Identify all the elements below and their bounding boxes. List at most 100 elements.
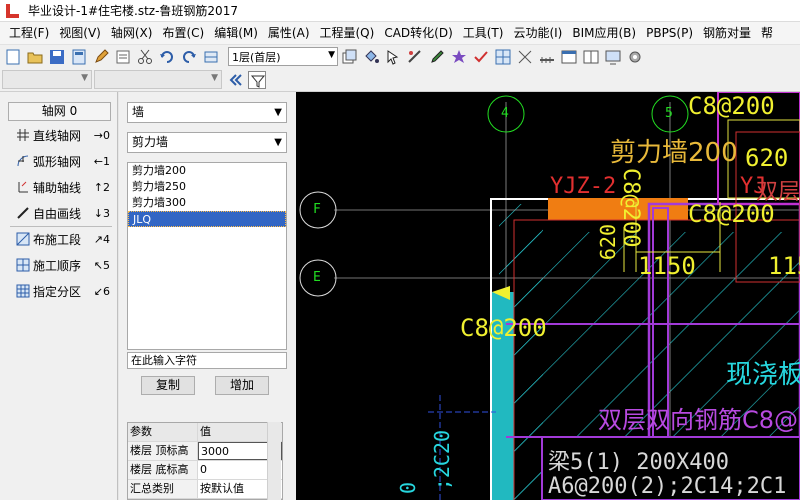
brush-icon[interactable] [428, 48, 446, 66]
axis-label-4: 4 [501, 106, 509, 121]
new-file-icon[interactable] [4, 48, 22, 66]
report-icon[interactable] [114, 48, 132, 66]
chevron-down-icon: ▼ [81, 73, 88, 83]
menu-layout[interactable]: 布置(C) [157, 22, 209, 44]
axis-header-button[interactable]: 轴网 0 [8, 102, 111, 121]
rebar-label-mid: C8@200 [688, 200, 775, 228]
cast-in-place-slab-label: 现浇板 [726, 360, 800, 390]
arc-axis-button[interactable]: 弧形轴网 ←1 [16, 151, 116, 171]
shortcut-label: ↑2 [93, 180, 110, 194]
menu-quantities[interactable]: 工程量(Q) [315, 22, 380, 44]
pencil-line-icon [16, 206, 30, 220]
menu-pbps[interactable]: PBPS(P) [641, 22, 698, 44]
list-item[interactable]: 剪力墙250 [128, 179, 286, 195]
secondary-toolbar: ▼ ▼ [0, 68, 800, 92]
assign-zone-button[interactable]: 指定分区 ↙6 [16, 281, 116, 301]
window-title: 毕业设计-1#住宅楼.stz-鲁班钢筋2017 [28, 4, 238, 18]
dimension-620-top: 620 [745, 144, 789, 172]
axis-label-E: E [313, 270, 321, 285]
aux-axis-button[interactable]: 辅助轴线 ↑2 [16, 177, 116, 197]
dimension-620-vertical: 620 [596, 224, 620, 261]
vertical-rebar-label: ;2C20 [430, 430, 454, 491]
menu-edit[interactable]: 编辑(M) [209, 22, 263, 44]
floor-select[interactable]: 1层(首层) ▼ [228, 47, 338, 66]
construction-section-label: 布施工段 [33, 232, 82, 247]
calculator-icon[interactable] [70, 48, 88, 66]
dimension-1150: 1150 [638, 252, 696, 280]
menu-rebar-compare[interactable]: 钢筋对量 [698, 22, 756, 44]
title-bar: 毕业设计-1#住宅楼.stz-鲁班钢筋2017 [0, 0, 800, 22]
shear-wall-label: 剪力墙200 [610, 138, 738, 168]
layer-icon[interactable] [202, 48, 220, 66]
straight-axis-button[interactable]: 直线轴网 →0 [16, 125, 116, 145]
menu-cad-convert[interactable]: CAD转化(D) [379, 22, 457, 44]
layer-combo[interactable]: ▼ [2, 70, 92, 89]
shortcut-label: ↓3 [93, 206, 110, 220]
list-item[interactable]: 剪力墙200 [128, 163, 286, 179]
grid-icon[interactable] [494, 48, 512, 66]
menu-tools[interactable]: 工具(T) [458, 22, 509, 44]
component-combo[interactable]: ▼ [94, 70, 222, 89]
free-line-label: 自由画线 [33, 206, 82, 221]
paint-bucket-icon[interactable] [362, 48, 380, 66]
drawing-canvas[interactable]: 4 5 F E C8@200 剪力墙200 620 YJZ-2 YJ 双层 C8… [296, 92, 800, 500]
settings-icon[interactable] [626, 48, 644, 66]
select-icon[interactable] [384, 48, 402, 66]
free-line-button[interactable]: 自由画线 ↓3 [16, 203, 116, 223]
copy-button[interactable]: 复制 [141, 376, 195, 395]
arc-grid-icon [16, 154, 30, 168]
window2-icon[interactable] [582, 48, 600, 66]
filter-text-input[interactable]: 在此输入字符 [127, 352, 287, 369]
property-grid-scrollbar[interactable] [267, 422, 281, 500]
menu-view[interactable]: 视图(V) [54, 22, 106, 44]
redo-icon[interactable] [180, 48, 198, 66]
shortcut-label: ↙6 [93, 284, 110, 298]
monitor-icon[interactable] [604, 48, 622, 66]
rebar-icon[interactable] [406, 48, 424, 66]
property-grid-header: 参数 值 [128, 423, 282, 442]
category-value: 墙 [132, 105, 145, 119]
menu-help[interactable]: 帮 [756, 22, 778, 44]
menu-properties[interactable]: 属性(A) [263, 22, 315, 44]
param-name: 汇总类别 [128, 480, 198, 498]
construction-section-button[interactable]: 布施工段 ↗4 [16, 229, 116, 249]
open-file-icon[interactable] [26, 48, 44, 66]
param-name: 楼层 顶标高 [128, 442, 198, 460]
arc-axis-label: 弧形轴网 [33, 154, 82, 169]
construction-order-button[interactable]: 施工顺序 ↖5 [16, 255, 116, 275]
table-row: 汇总类别 按默认值 [128, 480, 282, 499]
component-list: 剪力墙200 剪力墙250 剪力墙300 JLQ [127, 162, 287, 350]
axis-label-F: F [313, 202, 321, 217]
menu-bim[interactable]: BIM应用(B) [567, 22, 641, 44]
floor-copy-icon[interactable] [340, 48, 358, 66]
snap-icon[interactable] [516, 48, 534, 66]
collapse-panel-icon[interactable] [226, 71, 244, 89]
zone-grid-icon [16, 284, 30, 298]
floor-select-value: 1层(首层) [232, 50, 281, 64]
construction-order-label: 施工顺序 [33, 258, 82, 273]
menu-axis[interactable]: 轴网(X) [106, 22, 158, 44]
menu-project[interactable]: 工程(F) [4, 22, 54, 44]
undo-icon[interactable] [158, 48, 176, 66]
table-row: 楼层 底标高 0 [128, 461, 282, 480]
subcategory-select[interactable]: 剪力墙 ▼ [127, 132, 287, 153]
category-select[interactable]: 墙 ▼ [127, 102, 287, 123]
check-icon[interactable] [472, 48, 490, 66]
menu-cloud[interactable]: 云功能(I) [508, 22, 567, 44]
add-button[interactable]: 增加 [215, 376, 269, 395]
calc-star-icon[interactable] [450, 48, 468, 66]
grid-hash-icon [16, 128, 30, 142]
aux-axis-label: 辅助轴线 [33, 180, 82, 195]
list-item-selected[interactable]: JLQ [128, 211, 286, 227]
vertical-left-label: 0 [396, 482, 420, 495]
list-item[interactable]: 剪力墙300 [128, 195, 286, 211]
app-logo-icon [4, 3, 22, 19]
shortcut-label: ←1 [93, 154, 110, 168]
filter-icon[interactable] [248, 70, 266, 89]
save-icon[interactable] [48, 48, 66, 66]
window-icon[interactable] [560, 48, 578, 66]
edit-pencil-icon[interactable] [92, 48, 110, 66]
cut-icon[interactable] [136, 48, 154, 66]
measure-icon[interactable] [538, 48, 556, 66]
rebar-label-left: C8@200 [460, 314, 547, 342]
